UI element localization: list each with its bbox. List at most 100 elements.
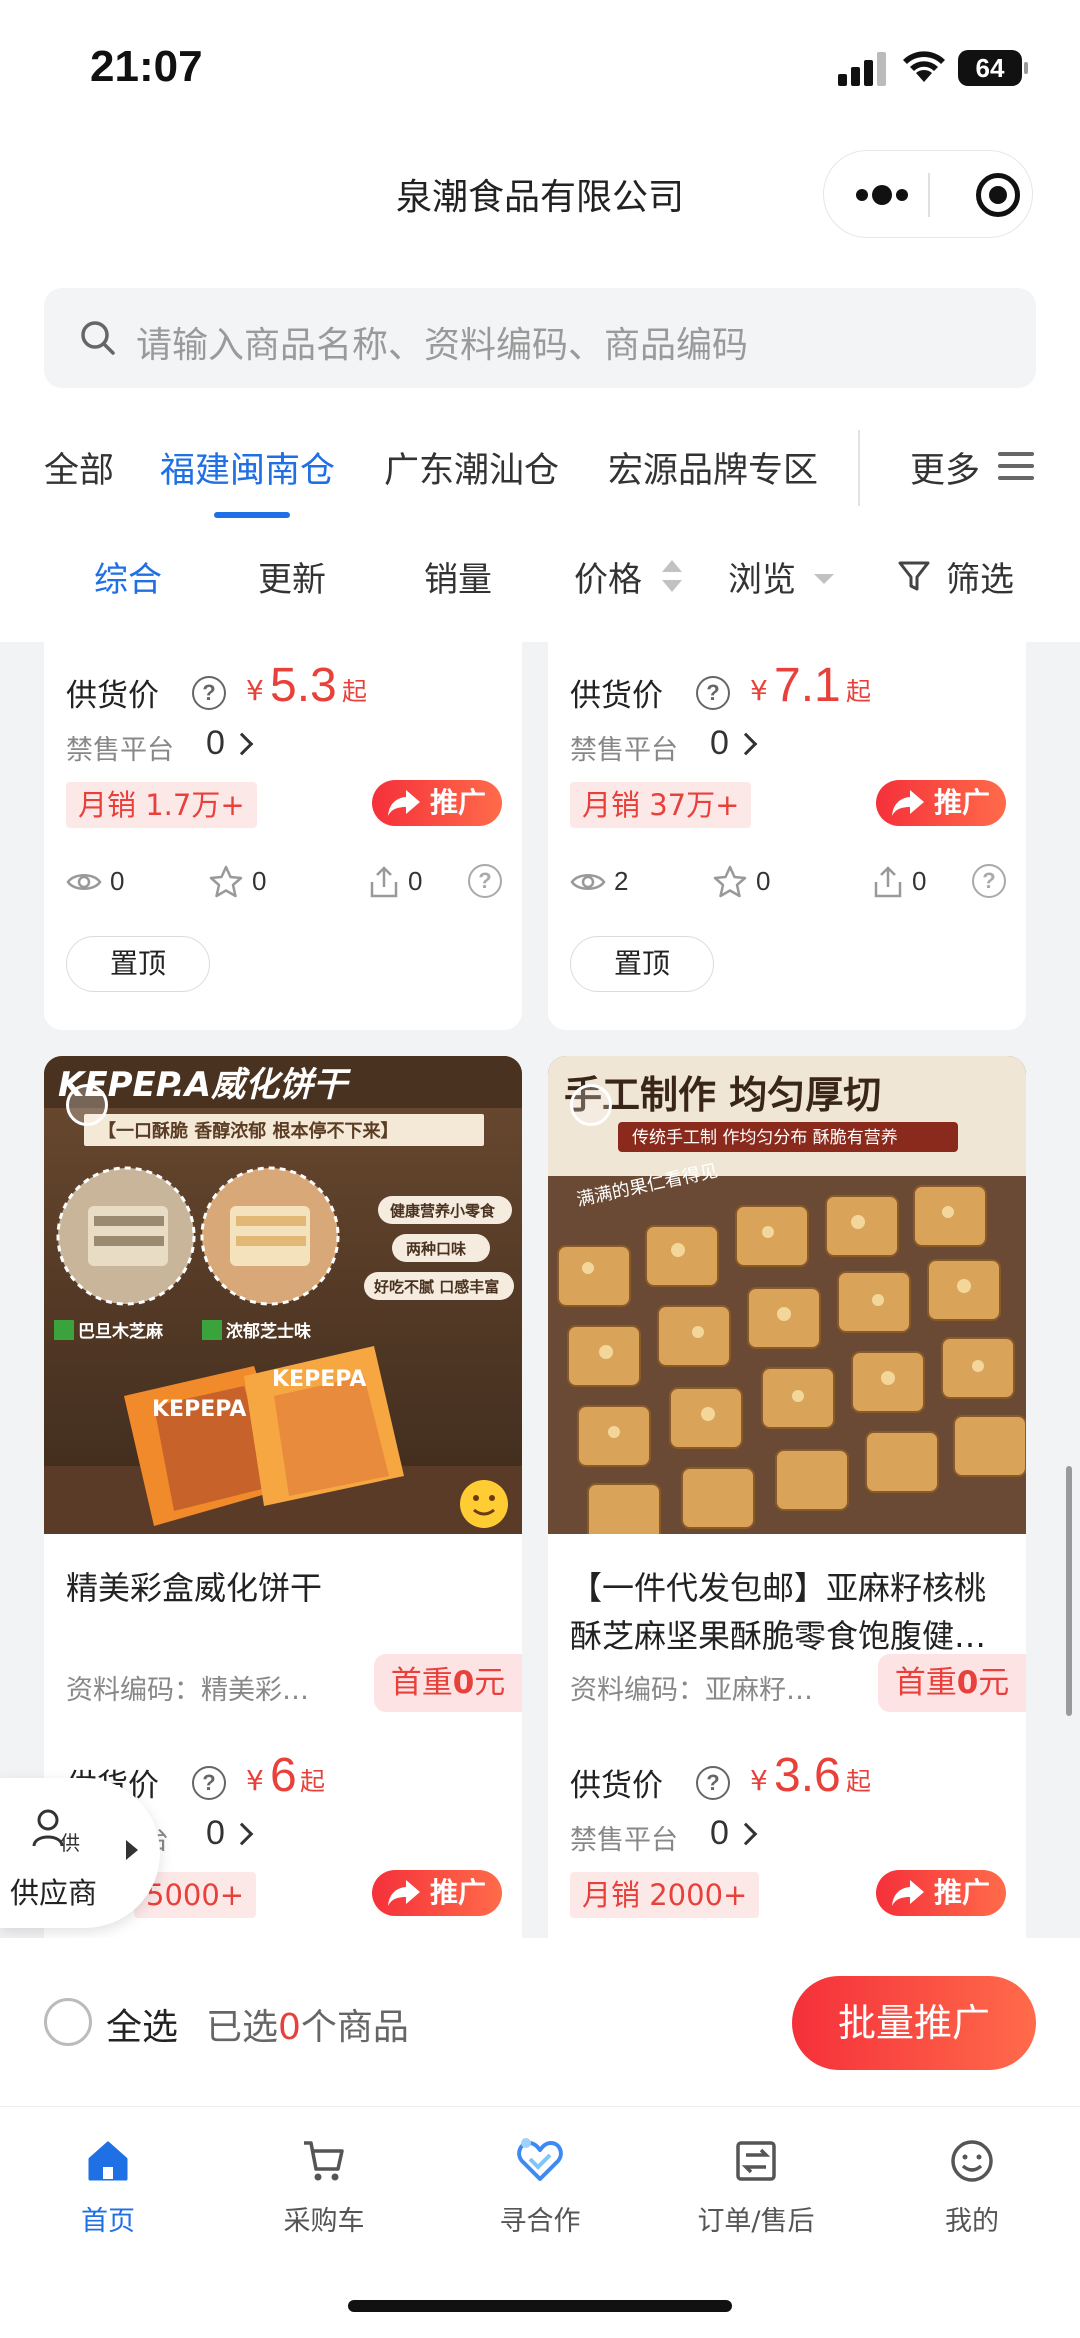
category-tabs: 全部 福建闽南仓 广东潮汕仓 宏源品牌专区 更多 [0, 430, 1080, 530]
ban-count[interactable]: 0 [710, 1814, 729, 1853]
supplier-person-icon: 供 [32, 1809, 80, 1855]
views-count: 0 [110, 866, 125, 896]
tab-cart[interactable]: 采购车 [224, 2127, 424, 2247]
supplier-badge: 供 [60, 1831, 80, 1855]
promote-button[interactable]: 推广 [876, 780, 1006, 826]
heart-handshake-icon [517, 2138, 563, 2181]
upload-share-icon[interactable] [870, 864, 906, 900]
chevron-right-icon [734, 732, 758, 756]
flavor-2: 浓郁芝士味 [226, 1321, 311, 1342]
sort-comprehensive[interactable]: 综合 [94, 552, 162, 601]
help-icon[interactable]: ? [696, 1766, 730, 1800]
chevron-right-icon [230, 732, 254, 756]
share-arrow-icon [388, 790, 420, 816]
sort-bar: 综合 更新 销量 价格 浏览 筛选 [0, 540, 1080, 640]
product-image[interactable]: 手工制作 均匀厚切 传统手工制 作均匀分布 酥脆有营养 满满的果仁看得见 [548, 1056, 1026, 1534]
chevron-right-icon [734, 1822, 758, 1846]
promote-button[interactable]: 推广 [372, 780, 502, 826]
ban-count[interactable]: 0 [206, 724, 225, 763]
ban-count[interactable]: 0 [206, 1814, 225, 1853]
sort-updated[interactable]: 更新 [258, 552, 326, 601]
supply-price: 供货价 ? ¥ 5.3 起 [66, 659, 368, 714]
product-card[interactable]: 供货价 ? ¥ 7.1 起 禁售平台 0 月销 37万+ 推广 2 0 0 ? … [548, 642, 1026, 1030]
active-tab-underline [214, 512, 290, 518]
pin-top-button[interactable]: 置顶 [570, 936, 714, 992]
filter-icon[interactable] [896, 558, 932, 594]
upload-share-icon[interactable] [366, 864, 402, 900]
flavor-1: 巴旦木芝麻 [78, 1321, 164, 1342]
favorites-count: 0 [756, 866, 771, 896]
price-value: 3.6 [774, 1749, 841, 1802]
tab-guangdong-chaoshan[interactable]: 广东潮汕仓 [384, 442, 559, 493]
monthly-sales-badge: 月销 2000+ [570, 1872, 760, 1918]
batch-promote-button[interactable]: 批量推广 [792, 1976, 1036, 2070]
shares-count: 0 [912, 866, 927, 896]
views-caret-icon [814, 574, 834, 584]
select-product-checkbox[interactable] [570, 1084, 612, 1126]
search-input[interactable]: 请输入商品名称、资料编码、商品编码 [44, 288, 1036, 388]
scroll-indicator[interactable] [1066, 1466, 1072, 1716]
tab-fujian-minnan[interactable]: 福建闽南仓 [160, 442, 335, 493]
product-stats: 2 0 0 ? [570, 864, 1010, 904]
nut-crisp-product-photo: 手工制作 均匀厚切 传统手工制 作均匀分布 酥脆有营养 满满的果仁看得见 [548, 1056, 1026, 1534]
help-icon[interactable]: ? [192, 1766, 226, 1800]
monthly-sales-badge: 月销 1.7万+ [66, 782, 257, 828]
tab-cooperation[interactable]: 寻合作 [440, 2127, 640, 2247]
more-categories-button[interactable]: 更多 [910, 442, 980, 493]
selected-count-text: 已选0个商品 [206, 2007, 409, 2048]
image-subline: 【一口酥脆 香醇浓郁 根本停不下来】 [98, 1120, 399, 1142]
tab-hongyuan-brand[interactable]: 宏源品牌专区 [608, 442, 818, 493]
image-subline: 传统手工制 作均匀分布 酥脆有营养 [632, 1128, 898, 1148]
supply-price: 供货价 ? ¥ 7.1 起 [570, 659, 872, 714]
views-count: 2 [614, 866, 629, 896]
tab-home[interactable]: 首页 [8, 2127, 208, 2247]
price-value: 6 [270, 1749, 297, 1802]
expand-arrow-icon [126, 1840, 138, 1860]
product-card[interactable]: 供货价 ? ¥ 5.3 起 禁售平台 0 月销 1.7万+ 推广 0 0 0 ?… [44, 642, 522, 1030]
image-tag-2: 两种口味 [406, 1240, 466, 1258]
pin-top-button[interactable]: 置顶 [66, 936, 210, 992]
home-indicator[interactable] [348, 2300, 732, 2312]
help-icon[interactable]: ? [696, 676, 730, 710]
tab-mine[interactable]: 我的 [872, 2127, 1072, 2247]
menu-icon[interactable] [998, 452, 1034, 480]
filter-button[interactable]: 筛选 [946, 552, 1014, 601]
star-icon[interactable] [208, 864, 244, 900]
supplier-float-button[interactable]: 供 供应商 [0, 1778, 160, 1928]
select-all-checkbox[interactable] [44, 1998, 92, 2046]
help-icon[interactable]: ? [468, 864, 502, 898]
star-icon[interactable] [712, 864, 748, 900]
shares-count: 0 [408, 866, 423, 896]
help-icon[interactable]: ? [972, 864, 1006, 898]
material-code: 资料编码：精美彩… [66, 1675, 309, 1706]
eye-icon [66, 874, 102, 890]
tab-orders[interactable]: 订单/售后 [656, 2127, 856, 2247]
sort-price[interactable]: 价格 [574, 552, 642, 601]
price-value: 7.1 [774, 659, 841, 712]
close-target-icon[interactable] [976, 173, 1020, 217]
search-icon [81, 321, 115, 355]
sort-views[interactable]: 浏览 [728, 552, 796, 601]
share-arrow-icon [388, 1880, 420, 1906]
product-card[interactable]: 手工制作 均匀厚切 传统手工制 作均匀分布 酥脆有营养 满满的果仁看得见 【一件… [548, 1056, 1026, 1938]
sort-sales[interactable]: 销量 [424, 552, 492, 601]
help-icon[interactable]: ? [192, 676, 226, 710]
cart-icon [304, 2141, 344, 2181]
promote-button[interactable]: 推广 [372, 1870, 502, 1916]
tab-all[interactable]: 全部 [44, 442, 114, 493]
status-time: 21:07 [90, 42, 203, 91]
ban-count[interactable]: 0 [710, 724, 729, 763]
battery-icon: 64 [958, 50, 1028, 86]
select-all-label[interactable]: 全选 [106, 1998, 178, 2050]
promote-button[interactable]: 推广 [876, 1870, 1006, 1916]
more-dots-icon[interactable] [856, 185, 908, 205]
share-arrow-icon [892, 790, 924, 816]
select-product-checkbox[interactable] [66, 1084, 108, 1126]
product-list: 供货价 ? ¥ 5.3 起 禁售平台 0 月销 1.7万+ 推广 0 0 0 ?… [0, 642, 1080, 1938]
product-title: 【一件代发包邮】亚麻籽核桃酥芝麻坚果酥脆零食饱腹健… [570, 1569, 987, 1655]
waffle-product-photo: KEPEP.A威化饼干 【一口酥脆 香醇浓郁 根本停不下来】 健康营养小零食 两… [44, 1056, 522, 1534]
supplier-label: 供应商 [10, 1876, 98, 1910]
product-image[interactable]: KEPEP.A威化饼干 【一口酥脆 香醇浓郁 根本停不下来】 健康营养小零食 两… [44, 1056, 522, 1534]
svg-text:KEPEPA: KEPEPA [152, 1397, 246, 1422]
order-icon [736, 2141, 776, 2181]
